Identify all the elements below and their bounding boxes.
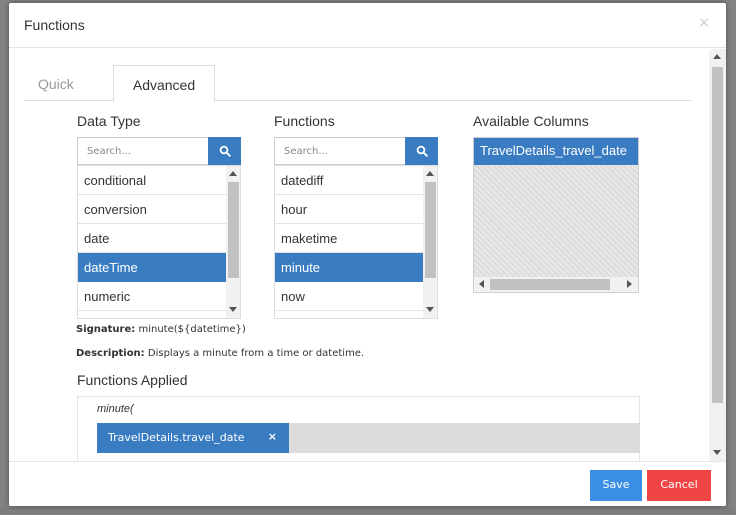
scroll-thumb[interactable]: [490, 279, 610, 290]
function-item-minute[interactable]: minute: [275, 253, 423, 282]
scroll-down-arrow-icon[interactable]: [229, 307, 237, 312]
function-item-now[interactable]: now: [275, 282, 423, 311]
functions-search-input[interactable]: [274, 137, 405, 165]
scroll-up-arrow-icon[interactable]: [229, 171, 237, 176]
scroll-thumb[interactable]: [425, 182, 436, 278]
save-button[interactable]: Save: [590, 470, 642, 501]
close-icon[interactable]: ×: [698, 15, 710, 31]
functions-list: datediff hour maketime minute now: [274, 165, 438, 319]
dialog-footer: Save Cancel: [9, 461, 726, 506]
description-value: Displays a minute from a time or datetim…: [147, 348, 365, 359]
signature-value: minute(${datetime}): [138, 324, 246, 335]
data-type-item-conversion[interactable]: conversion: [78, 195, 226, 224]
description-label: Description:: [76, 348, 145, 359]
data-type-scrollbar[interactable]: [226, 166, 240, 318]
scroll-left-arrow-icon[interactable]: [479, 280, 484, 288]
function-item-maketime[interactable]: maketime: [275, 224, 423, 253]
scroll-thumb[interactable]: [712, 67, 723, 403]
data-type-item-datetime[interactable]: dateTime: [78, 253, 226, 282]
signature: Signature: minute(${datetime}): [76, 324, 246, 335]
data-type-search-input[interactable]: [77, 137, 208, 165]
data-type-label: Data Type: [77, 113, 141, 129]
scroll-right-arrow-icon[interactable]: [627, 280, 632, 288]
scroll-thumb[interactable]: [228, 182, 239, 278]
dialog-title: Functions: [24, 17, 85, 33]
available-columns-list: TravelDetails_travel_date: [473, 137, 639, 293]
applied-column-chip[interactable]: TravelDetails.travel_date ×: [97, 423, 289, 453]
data-type-list: conditional conversion date dateTime num…: [77, 165, 241, 319]
applied-drop-zone[interactable]: TravelDetails.travel_date ×: [97, 423, 640, 453]
functions-search-button[interactable]: [405, 137, 438, 165]
available-column-item[interactable]: TravelDetails_travel_date: [474, 138, 638, 165]
cancel-button[interactable]: Cancel: [647, 470, 711, 501]
data-type-item-date[interactable]: date: [78, 224, 226, 253]
scroll-down-arrow-icon[interactable]: [426, 307, 434, 312]
data-type-search: [77, 137, 241, 165]
dialog-scrollbar[interactable]: [709, 49, 726, 461]
applied-function-text: minute(: [97, 403, 134, 415]
scroll-up-arrow-icon[interactable]: [426, 171, 434, 176]
scroll-up-arrow-icon[interactable]: [713, 54, 721, 59]
data-type-item-numeric[interactable]: numeric: [78, 282, 226, 311]
tab-quick[interactable]: Quick: [38, 65, 74, 101]
available-columns-label: Available Columns: [473, 113, 589, 129]
available-columns-hscrollbar[interactable]: [474, 277, 638, 292]
function-item-datediff[interactable]: datediff: [275, 166, 423, 195]
functions-dialog: Functions × Quick Advanced Data Type con…: [9, 3, 726, 506]
signature-label: Signature:: [76, 324, 136, 335]
scroll-down-arrow-icon[interactable]: [713, 450, 721, 455]
dialog-header: Functions ×: [9, 3, 726, 48]
tab-bar: Quick Advanced: [24, 65, 692, 102]
functions-scrollbar[interactable]: [423, 166, 437, 318]
functions-label: Functions: [274, 113, 335, 129]
tab-advanced[interactable]: Advanced: [113, 65, 215, 102]
data-type-search-button[interactable]: [208, 137, 241, 165]
remove-chip-icon[interactable]: ×: [268, 430, 277, 443]
functions-applied-box[interactable]: minute( TravelDetails.travel_date ×: [77, 396, 640, 461]
dialog-body: Quick Advanced Data Type conditional con…: [9, 49, 726, 461]
function-item-hour[interactable]: hour: [275, 195, 423, 224]
search-icon: [219, 145, 231, 157]
data-type-item-conditional[interactable]: conditional: [78, 166, 226, 195]
description: Description: Displays a minute from a ti…: [76, 348, 364, 359]
search-icon: [416, 145, 428, 157]
functions-search: [274, 137, 438, 165]
functions-applied-label: Functions Applied: [77, 372, 188, 388]
applied-column-chip-label: TravelDetails.travel_date: [108, 431, 245, 444]
